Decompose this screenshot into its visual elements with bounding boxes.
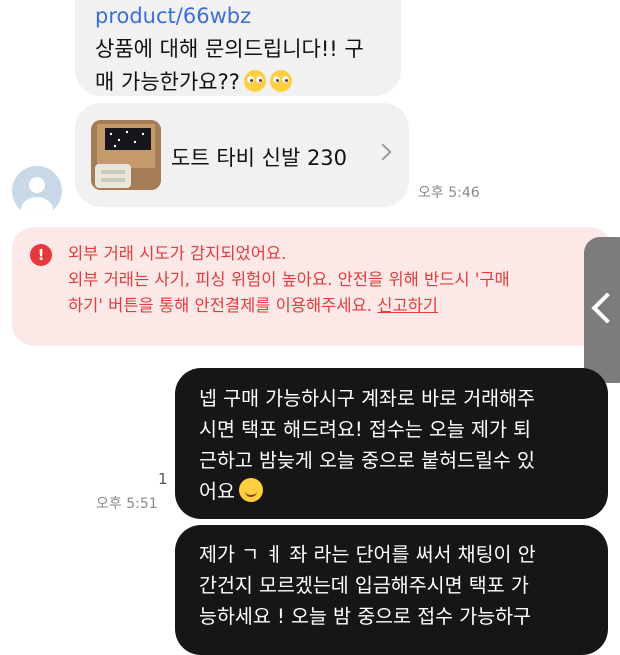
outgoing-message-bubble: 넵 구매 가능하시구 계좌로 바로 거래해주 시면 택포 해드려요! 접수는 오… xyxy=(175,368,608,519)
report-link[interactable]: 신고하기 xyxy=(377,296,438,315)
chevron-right-icon xyxy=(374,143,392,161)
warning-title: 외부 거래 시도가 감지되었어요. xyxy=(68,244,287,263)
outgoing-message-bubble: 제가 ㄱ ㅖ 좌 라는 단어를 써서 채팅이 안 간건지 모르겠는데 입금해주시… xyxy=(175,525,608,655)
smiling-face-icon xyxy=(238,478,263,502)
pleading-face-icon xyxy=(243,70,266,92)
avatar[interactable] xyxy=(12,166,62,216)
message-text-line: 능하세요 ! 오늘 밤 중으로 접수 가능하구 xyxy=(199,605,532,628)
message-text-line: 상품에 대해 문의드립니다!! 구 xyxy=(95,37,364,61)
product-card[interactable]: 도트 타비 신발 230 xyxy=(75,103,409,207)
message-text-line: 간건지 모르겠는데 입금해주시면 택포 가 xyxy=(199,574,529,597)
incoming-message-bubble: product/66wbz 상품에 대해 문의드립니다!! 구 매 가능한가요?… xyxy=(75,0,401,96)
warning-text: 외부 거래는 사기, 피싱 위험이 높아요. 안전을 위해 반드시 '구매 xyxy=(68,270,510,289)
message-time: 오후 5:51 xyxy=(96,496,158,512)
side-panel-handle[interactable] xyxy=(584,237,620,383)
product-thumbnail xyxy=(91,120,161,190)
product-link[interactable]: product/66wbz xyxy=(95,0,381,33)
exclamation-circle-icon: ! xyxy=(30,244,52,266)
product-name: 도트 타비 신발 230 xyxy=(171,146,348,170)
external-trade-warning: 외부 거래 시도가 감지되었어요. 외부 거래는 사기, 피싱 위험이 높아요.… xyxy=(12,227,612,346)
unread-count: 1 xyxy=(158,470,168,488)
warning-text: 하기' 버튼을 통해 안전결제를 이용해주세요. xyxy=(68,296,373,315)
message-text-line: 제가 ㄱ ㅖ 좌 라는 단어를 써서 채팅이 안 xyxy=(199,543,536,566)
message-text-line: 어요 xyxy=(199,480,235,503)
message-text-line: 근하고 밤늦게 오늘 중으로 붙혀드릴수 있 xyxy=(199,449,535,472)
pleading-face-icon xyxy=(269,70,292,92)
message-text-line: 넵 구매 가능하시구 계좌로 바로 거래해주 xyxy=(199,387,535,410)
message-time: 오후 5:46 xyxy=(418,185,480,201)
chevron-left-icon xyxy=(591,292,620,324)
message-text-line: 매 가능한가요?? xyxy=(95,70,240,94)
message-text-line: 시면 택포 해드려요! 접수는 오늘 제가 퇴 xyxy=(199,418,532,441)
